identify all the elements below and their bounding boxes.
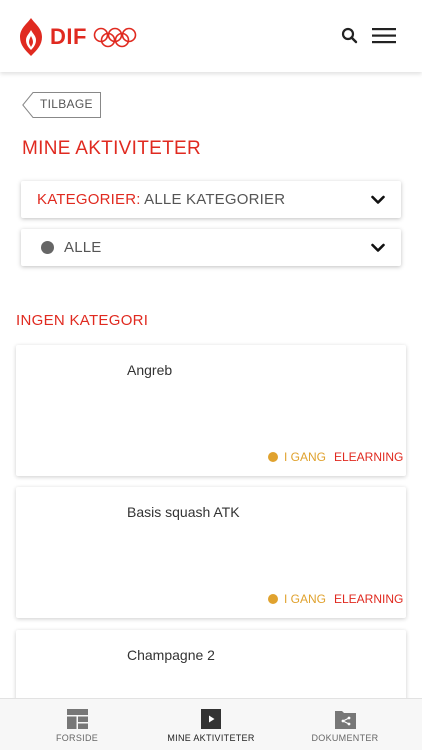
activity-status: I GANG (268, 592, 326, 606)
activity-type: ELEARNING (334, 592, 404, 606)
bottom-navigation: FORSIDE MINE AKTIVITETER DOKUMENTER (0, 698, 422, 750)
section-title: INGEN KATEGORI (16, 312, 149, 329)
status-dot (41, 241, 54, 254)
flame-logo-icon (20, 18, 42, 56)
dif-logo[interactable]: DIF (16, 16, 137, 58)
category-filter-text: KATEGORIER: ALLE KATEGORIER (37, 191, 285, 208)
status-dot (268, 452, 278, 462)
activity-title: Champagne 2 (127, 647, 215, 663)
status-dot (268, 594, 278, 604)
status-filter-value: ALLE (64, 239, 102, 256)
activity-title: Angreb (127, 362, 173, 378)
activity-status-label: I GANG (284, 450, 327, 464)
activity-card[interactable]: Angreb I GANG ELEARNING (16, 345, 406, 476)
play-icon (201, 709, 221, 729)
category-filter-dropdown[interactable]: KATEGORIER: ALLE KATEGORIER (21, 181, 401, 218)
page-title: MINE AKTIVITETER (22, 138, 201, 159)
category-filter-label: KATEGORIER: (37, 191, 141, 208)
nav-label-forside: FORSIDE (55, 733, 99, 743)
status-filter-dropdown[interactable]: ALLE (21, 229, 401, 266)
back-button[interactable]: TILBAGE (22, 92, 101, 118)
folder-share-icon (334, 711, 356, 729)
chevron-down-icon (371, 195, 385, 204)
activity-card[interactable]: Basis squash ATK I GANG ELEARNING (16, 487, 406, 618)
category-filter-value: ALLE KATEGORIER (144, 191, 286, 208)
chevron-down-icon (371, 243, 385, 252)
activity-type: ELEARNING (334, 450, 404, 464)
home-grid-icon (66, 709, 88, 729)
activity-title: Basis squash ATK (127, 504, 240, 520)
nav-item-mine-aktiviteter[interactable]: MINE AKTIVITETER (161, 699, 261, 750)
hamburger-menu-icon[interactable] (372, 26, 398, 46)
nav-label-mine-aktiviteter: MINE AKTIVITETER (167, 733, 255, 743)
olympic-rings-icon (93, 27, 137, 48)
logo-text: DIF (50, 24, 87, 49)
app-header: DIF (0, 0, 422, 72)
nav-label-dokumenter: DOKUMENTER (311, 733, 379, 743)
back-button-label: TILBAGE (40, 97, 93, 111)
activity-status: I GANG (268, 450, 326, 464)
nav-item-dokumenter[interactable]: DOKUMENTER (305, 699, 385, 750)
activity-status-label: I GANG (284, 592, 327, 606)
search-icon[interactable] (340, 26, 360, 46)
nav-item-forside[interactable]: FORSIDE (37, 699, 117, 750)
